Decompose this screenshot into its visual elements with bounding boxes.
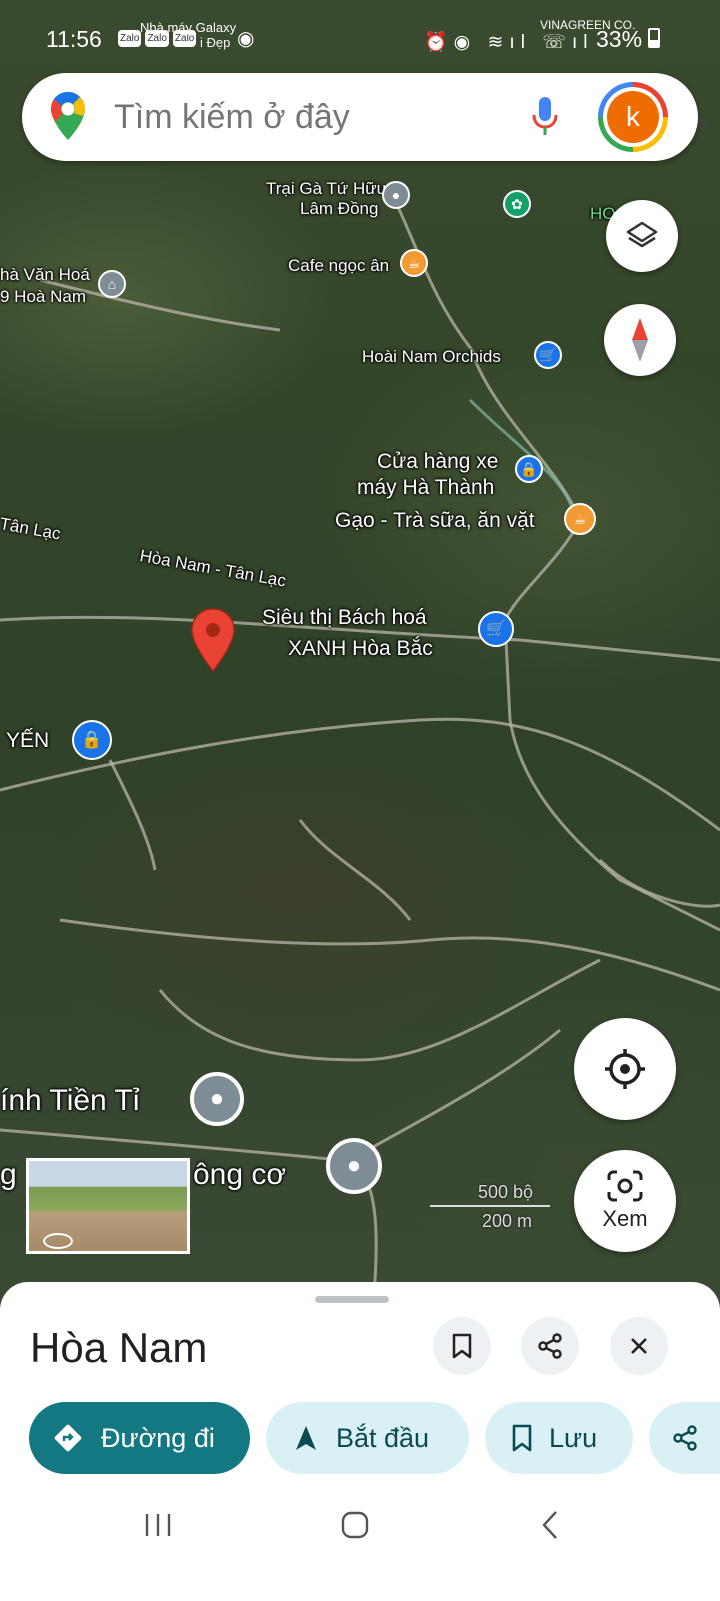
poi-label-van-hoa[interactable]: hà Văn Hoá (0, 264, 90, 285)
map-scale-bar: 500 bộ 200 m (430, 1182, 550, 1232)
save-button[interactable]: Lưu (485, 1402, 633, 1474)
back-icon[interactable] (540, 1510, 560, 1540)
camera-360-icon (607, 1170, 643, 1202)
recent-apps-icon[interactable] (143, 1512, 173, 1538)
poi-label-tien-ti[interactable]: ính Tiền Tỉ (0, 1084, 140, 1118)
poi-pin-shopping-bag-icon[interactable]: 🔒 (72, 720, 112, 760)
account-avatar[interactable]: k (598, 82, 668, 152)
scale-metric: 200 m (482, 1211, 533, 1231)
start-button[interactable]: Bắt đầu (266, 1402, 469, 1474)
scale-imperial: 500 bộ (478, 1182, 534, 1202)
poi-label-xe-may-line2: máy Hà Thành (357, 476, 495, 499)
compass-button[interactable] (604, 304, 676, 376)
system-navigation-bar (0, 1490, 720, 1601)
place-title: Hòa Nam (30, 1324, 208, 1371)
poi-label-partial: g (0, 1158, 17, 1191)
google-maps-logo-icon (51, 92, 85, 140)
street-view-thumbnail[interactable] (26, 1158, 190, 1254)
street-view-button[interactable]: Xem (574, 1150, 676, 1252)
home-icon[interactable] (340, 1510, 370, 1540)
status-icons: ⏰◉ ≋ıl ☏ıl (424, 32, 594, 53)
save-place-button[interactable] (433, 1317, 491, 1375)
poi-label-trai-ga-line2: Lâm Đồng (300, 199, 379, 218)
poi-label-orchids[interactable]: Hoài Nam Orchids (362, 346, 501, 367)
poi-label-sieu-thi-line2: XANH Hòa Bắc (288, 637, 433, 660)
compass-icon (632, 318, 648, 362)
share-place-button[interactable] (521, 1317, 579, 1375)
directions-icon (54, 1424, 82, 1452)
poi-pin-flower-icon[interactable]: ✿ (503, 190, 531, 218)
poi-label-yen[interactable]: YẾN (6, 729, 49, 753)
status-notification-sub: i Đẹp (200, 35, 231, 50)
poi-pin-shopping-bag-icon[interactable]: 🔒 (515, 455, 543, 483)
poi-pin-cafe-icon[interactable]: ☕ (400, 249, 428, 277)
share-icon (538, 1333, 562, 1359)
status-time: 11:56 (46, 26, 102, 52)
poi-label-cafe[interactable]: Cafe ngọc ân (288, 255, 389, 276)
poi-label-xe-may[interactable]: Cửa hàng xe (377, 450, 498, 474)
poi-label-sieu-thi[interactable]: Siêu thị Bách hoá (262, 606, 427, 630)
layers-button[interactable] (606, 200, 678, 272)
avatar-letter: k (607, 91, 659, 143)
battery-percent: 33% (596, 26, 643, 52)
zalo-icon: Zalo (118, 30, 142, 47)
close-icon (631, 1338, 647, 1354)
directions-label: Đường đi (101, 1422, 215, 1453)
microphone-icon[interactable] (530, 95, 560, 139)
my-location-button[interactable] (574, 1018, 676, 1120)
poi-label-cong-co[interactable]: ông cơ (193, 1158, 286, 1192)
poi-pin-building-icon[interactable]: ⌂ (98, 270, 126, 298)
poi-label-van-hoa-line2: 9 Hoà Nam (0, 287, 86, 306)
poi-pin-shopping-cart-icon[interactable]: 🛒 (478, 611, 514, 647)
start-label: Bắt đầu (336, 1422, 430, 1453)
save-label: Lưu (549, 1422, 598, 1453)
directions-button[interactable]: Đường đi (29, 1402, 250, 1474)
battery-icon (648, 28, 660, 48)
bookmark-icon (452, 1333, 472, 1359)
poi-label-gao[interactable]: Gạo - Trà sữa, ăn vặt (335, 509, 535, 533)
poi-pin-location-icon[interactable]: ● (190, 1072, 244, 1126)
share-chip-button[interactable] (649, 1402, 720, 1474)
navigation-arrow-icon (296, 1426, 316, 1450)
sheet-drag-handle[interactable] (315, 1296, 389, 1303)
share-icon (673, 1425, 697, 1451)
search-bar[interactable]: k (22, 73, 698, 161)
street-view-label: Xem (602, 1206, 648, 1231)
status-bar: 11:56 Zalo Zalo Zalo Nhà máy Galaxy i Đẹ… (0, 0, 720, 78)
search-input[interactable] (112, 93, 516, 141)
bookmark-icon (512, 1424, 532, 1452)
poi-label-trai-ga[interactable]: Trại Gà Tứ Hữu (266, 178, 386, 199)
poi-pin-cafe-icon[interactable]: ☕ (564, 503, 596, 535)
dropped-pin-marker-icon[interactable] (190, 607, 236, 673)
map-view[interactable]: HO Tiệ Trại Gà Tứ Hữu Lâm Đồng ● ✿ hà Vă… (0, 0, 720, 1320)
poi-pin-shopping-cart-icon[interactable]: 🛒 (534, 341, 562, 369)
close-button[interactable] (610, 1317, 668, 1375)
layers-icon (626, 221, 658, 248)
360-rotate-icon (43, 1233, 73, 1249)
status-notification-text: Nhà máy Galaxy (140, 20, 237, 35)
poi-pin-location-icon[interactable]: ● (326, 1138, 382, 1194)
poi-pin-location-icon[interactable]: ● (382, 181, 410, 209)
crosshair-location-icon (605, 1049, 645, 1089)
location-status-icon: ◉ (237, 28, 255, 50)
